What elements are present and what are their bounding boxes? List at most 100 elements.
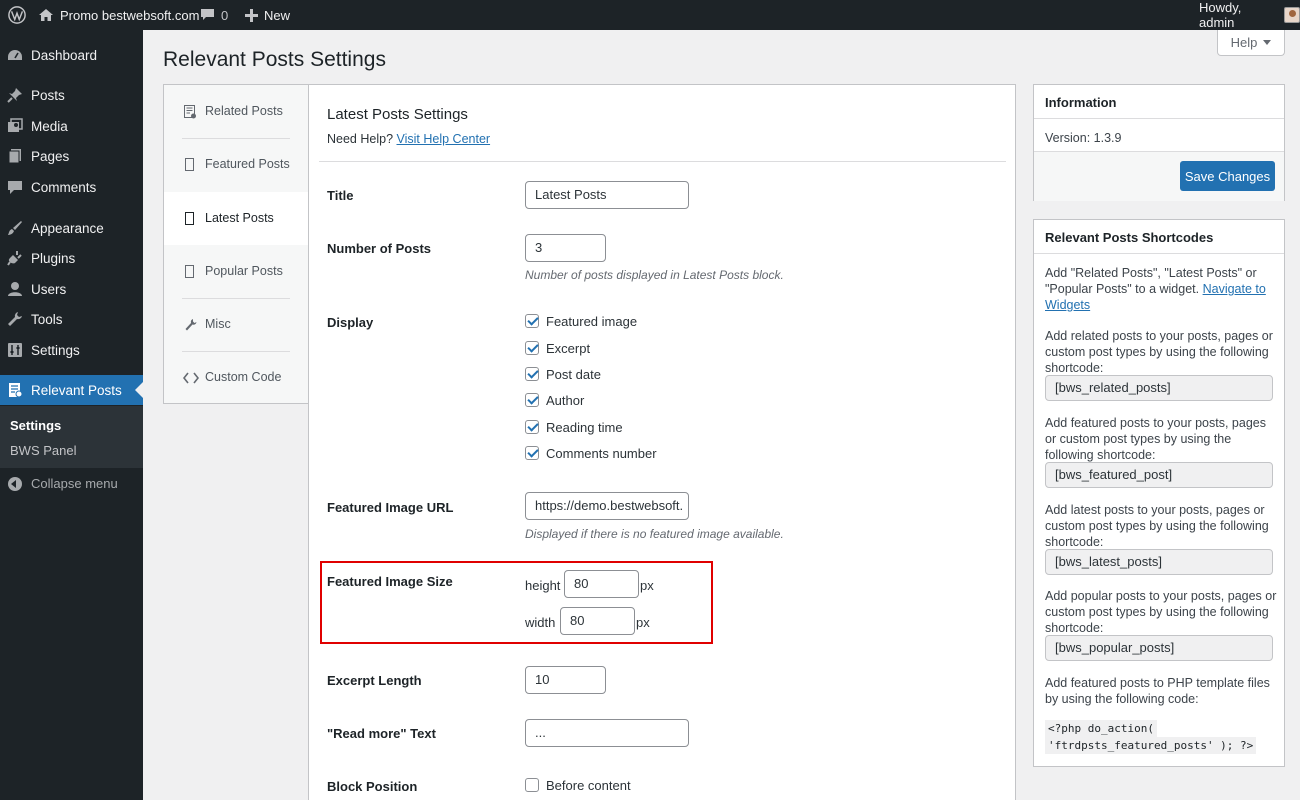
display-post-date-checkbox[interactable]: Post date	[525, 365, 601, 383]
menu-relevant-posts[interactable]: Relevant Posts	[0, 375, 143, 405]
menu-posts[interactable]: Posts	[0, 80, 143, 110]
tab-popular-posts[interactable]: Popular Posts	[164, 245, 310, 298]
menu-label: Users	[31, 281, 67, 297]
checkbox-label: Reading time	[546, 419, 623, 435]
width-unit: px	[636, 615, 650, 630]
wordpress-logo-icon[interactable]	[8, 0, 26, 30]
widget-intro-text: Add "Related Posts", "Latest Posts" or "…	[1045, 265, 1277, 313]
help-button[interactable]: Help	[1217, 30, 1285, 56]
home-icon	[39, 9, 53, 21]
comments-link[interactable]: 0	[200, 0, 228, 30]
information-header: Information	[1034, 85, 1284, 119]
tab-related-posts[interactable]: Related Posts	[164, 85, 310, 138]
shortcodes-header: Relevant Posts Shortcodes	[1034, 220, 1284, 254]
submenu-settings[interactable]: Settings	[10, 418, 61, 433]
display-reading-time-checkbox[interactable]: Reading time	[525, 418, 623, 436]
wrench-icon	[185, 319, 197, 331]
tab-label: Related Posts	[205, 104, 283, 118]
checkbox-checked[interactable]	[525, 446, 539, 460]
checkbox-checked[interactable]	[525, 420, 539, 434]
popular-shortcode-field[interactable]: [bws_popular_posts]	[1045, 635, 1273, 661]
display-author-checkbox[interactable]: Author	[525, 391, 584, 409]
checkbox-checked[interactable]	[525, 393, 539, 407]
width-input[interactable]: 80	[560, 607, 635, 635]
display-label: Display	[327, 315, 374, 330]
admin-sidebar: Dashboard Posts Media Pages Comments App…	[0, 30, 143, 800]
checkbox-label: Featured image	[546, 313, 638, 329]
submenu-bws-panel[interactable]: BWS Panel	[10, 443, 76, 458]
tab-label: Popular Posts	[205, 264, 283, 278]
height-input[interactable]: 80	[564, 570, 639, 598]
site-name-link[interactable]: Promo bestwebsoft.com	[38, 0, 199, 30]
featured-image-url-label: Featured Image URL	[327, 500, 454, 515]
menu-comments[interactable]: Comments	[0, 172, 143, 202]
wrench-icon	[8, 312, 22, 326]
user-icon	[8, 282, 22, 296]
need-help-line: Need Help? Visit Help Center	[327, 132, 490, 146]
save-changes-button[interactable]: Save Changes	[1180, 161, 1275, 191]
collapse-menu-button[interactable]: Collapse menu	[0, 472, 143, 496]
php-code-line-1: <?php do_action(	[1045, 720, 1157, 737]
tab-label: Custom Code	[205, 370, 282, 384]
featured-shortcode-text: Add featured posts to your posts, pages …	[1045, 416, 1266, 462]
tab-custom-code[interactable]: Custom Code	[164, 351, 310, 404]
number-of-posts-label: Number of Posts	[327, 241, 432, 256]
menu-dashboard[interactable]: Dashboard	[0, 40, 143, 70]
excerpt-length-label: Excerpt Length	[327, 673, 422, 688]
tab-latest-posts[interactable]: Latest Posts	[164, 192, 311, 245]
block-position-label: Block Position	[327, 779, 418, 794]
title-input[interactable]: Latest Posts	[525, 181, 689, 209]
information-box: Information Version: 1.3.9 Save Changes	[1033, 84, 1285, 201]
comments-count: 0	[221, 7, 229, 23]
menu-plugins[interactable]: Plugins	[0, 243, 143, 273]
menu-tools[interactable]: Tools	[0, 304, 143, 334]
number-of-posts-input[interactable]: 3	[525, 234, 606, 262]
related-posts-icon	[184, 105, 196, 119]
menu-media[interactable]: Media	[0, 111, 143, 141]
checkbox-unchecked[interactable]	[525, 778, 539, 792]
checkbox-checked[interactable]	[525, 341, 539, 355]
tab-misc[interactable]: Misc	[164, 298, 310, 351]
page-icon	[185, 265, 194, 278]
before-content-checkbox[interactable]: Before content	[525, 776, 631, 794]
menu-settings[interactable]: Settings	[0, 335, 143, 365]
checkbox-checked[interactable]	[525, 314, 539, 328]
collapse-icon	[8, 477, 22, 491]
read-more-label: "Read more" Text	[327, 726, 436, 741]
menu-appearance[interactable]: Appearance	[0, 213, 143, 243]
help-center-link[interactable]: Visit Help Center	[397, 132, 491, 146]
dashboard-icon	[8, 50, 22, 60]
checkbox-checked[interactable]	[525, 367, 539, 381]
latest-shortcode-field[interactable]: [bws_latest_posts]	[1045, 549, 1273, 575]
need-help-text: Need Help?	[327, 132, 394, 146]
pages-icon	[8, 149, 21, 164]
featured-image-url-input[interactable]: https://demo.bestwebsoft.	[525, 492, 689, 520]
checkbox-label: Before content	[546, 777, 631, 793]
display-featured-image-checkbox[interactable]: Featured image	[525, 312, 637, 330]
tab-featured-posts[interactable]: Featured Posts	[164, 138, 310, 191]
pin-icon	[7, 88, 22, 103]
menu-label: Media	[31, 118, 68, 134]
media-icon	[8, 118, 23, 132]
admin-bar: Promo bestwebsoft.com 0 New Howdy, admin	[0, 0, 1300, 30]
checkbox-label: Author	[546, 392, 585, 408]
menu-users[interactable]: Users	[0, 274, 143, 304]
page-icon	[185, 212, 194, 225]
height-unit: px	[640, 578, 654, 593]
display-excerpt-checkbox[interactable]: Excerpt	[525, 339, 590, 357]
new-content-link[interactable]: New	[245, 0, 290, 30]
php-code-line-2: 'ftrdpsts_featured_posts' ); ?>	[1045, 737, 1257, 754]
excerpt-length-input[interactable]: 10	[525, 666, 606, 694]
page-icon	[185, 158, 194, 171]
account-menu[interactable]: Howdy, admin	[1199, 0, 1300, 30]
related-shortcode-field[interactable]: [bws_related_posts]	[1045, 375, 1273, 401]
read-more-input[interactable]: ...	[525, 719, 689, 747]
menu-label: Settings	[31, 342, 80, 358]
featured-shortcode-field[interactable]: [bws_featured_post]	[1045, 462, 1273, 488]
featured-image-url-description: Displayed if there is no featured image …	[525, 527, 784, 541]
display-comments-number-checkbox[interactable]: Comments number	[525, 444, 657, 462]
menu-pages[interactable]: Pages	[0, 141, 143, 171]
php-code-text: Add featured posts to PHP template files…	[1045, 676, 1270, 706]
settings-icon	[8, 343, 22, 357]
new-label: New	[264, 7, 291, 23]
